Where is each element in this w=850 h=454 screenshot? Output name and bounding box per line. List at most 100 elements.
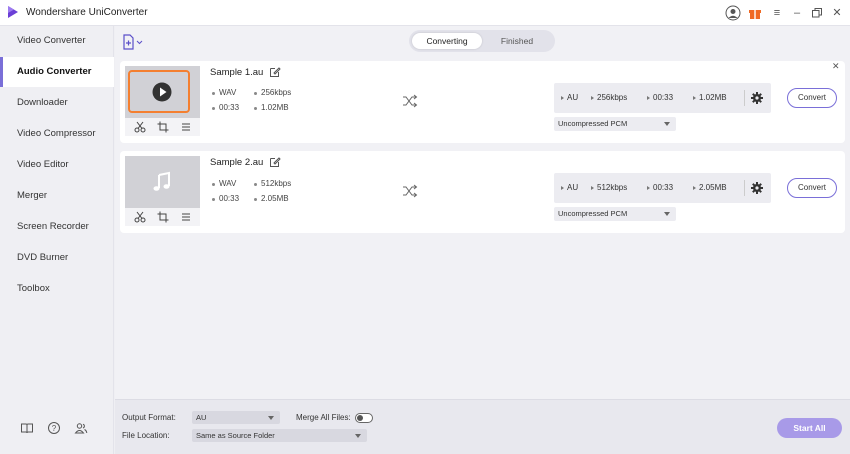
bullet-triangle (693, 186, 696, 190)
sidebar-item-merger[interactable]: Merger (0, 181, 114, 211)
chevron-down-icon (355, 433, 361, 438)
edit-name-icon[interactable] (269, 156, 281, 168)
app-logo-icon (8, 6, 18, 18)
source-format: WAV (219, 179, 237, 188)
sidebar-item-audio-converter[interactable]: Audio Converter (0, 57, 114, 87)
gift-icon[interactable] (746, 4, 764, 22)
source-format: WAV (219, 88, 237, 97)
file-card: Sample 2.au WAV 512kbps 00:33 2.05MB AU … (120, 151, 845, 233)
settings-gear-icon[interactable] (750, 181, 764, 195)
target-duration: 00:33 (653, 93, 674, 102)
chevron-down-icon (268, 415, 274, 420)
sidebar-item-video-converter[interactable]: Video Converter (0, 26, 114, 56)
music-note-icon (153, 171, 170, 191)
trim-icon[interactable] (133, 120, 147, 134)
target-settings[interactable]: AU 256kbps 00:33 1.02MB (554, 83, 771, 113)
codec-select[interactable]: Uncompressed PCM (554, 117, 676, 131)
play-icon[interactable] (152, 82, 172, 102)
restore-icon[interactable] (808, 4, 826, 22)
source-size: 1.02MB (261, 103, 289, 112)
chevron-down-icon (664, 212, 670, 216)
bullet-triangle (647, 96, 650, 100)
target-settings[interactable]: AU 512kbps 00:33 2.05MB (554, 173, 771, 203)
file-thumbnail[interactable] (125, 66, 200, 118)
bullet (212, 92, 215, 95)
source-duration: 00:33 (219, 103, 240, 112)
guide-book-icon[interactable] (20, 421, 34, 435)
codec-value: Uncompressed PCM (558, 209, 628, 218)
file-card: Sample 1.au WAV 256kbps 00:33 1.02MB AU … (120, 61, 845, 143)
svg-text:?: ? (52, 424, 57, 433)
file-location-label: File Location: (122, 431, 170, 440)
status-tabs: Converting Finished (409, 30, 555, 52)
bullet (212, 107, 215, 110)
target-size: 2.05MB (699, 183, 727, 192)
menu-icon[interactable]: ≡ (768, 4, 786, 22)
user-group-icon[interactable] (74, 421, 88, 435)
close-window-icon[interactable]: ✕ (828, 4, 846, 22)
chevron-down-icon (664, 122, 670, 126)
convert-button[interactable]: Convert (787, 88, 837, 108)
bullet (254, 198, 257, 201)
bullet-triangle (561, 96, 564, 100)
file-location-value: Same as Source Folder (196, 431, 275, 440)
source-size: 2.05MB (261, 194, 289, 203)
sidebar-item-toolbox[interactable]: Toolbox (0, 274, 114, 304)
convert-arrow-icon (403, 184, 418, 198)
edit-name-icon[interactable] (269, 66, 281, 78)
bullet-triangle (591, 186, 594, 190)
target-duration: 00:33 (653, 183, 674, 192)
effects-list-icon[interactable] (179, 210, 193, 224)
trim-icon[interactable] (133, 210, 147, 224)
bullet-triangle (591, 96, 594, 100)
crop-icon[interactable] (156, 210, 170, 224)
sidebar-item-video-compressor[interactable]: Video Compressor (0, 119, 114, 149)
thumbnail-toolbar (125, 208, 200, 226)
thumbnail-toolbar (125, 118, 200, 136)
bullet (254, 107, 257, 110)
minimize-icon[interactable]: – (788, 4, 806, 22)
file-name: Sample 2.au (210, 157, 264, 168)
bullet-triangle (647, 186, 650, 190)
file-thumbnail[interactable] (125, 156, 200, 208)
source-bitrate: 256kbps (261, 88, 292, 97)
divider (744, 180, 745, 196)
toggle-knob (357, 415, 363, 421)
codec-select[interactable]: Uncompressed PCM (554, 207, 676, 221)
output-format-label: Output Format: (122, 413, 176, 422)
close-icon[interactable]: ✕ (832, 61, 840, 72)
crop-icon[interactable] (156, 120, 170, 134)
tab-converting[interactable]: Converting (412, 33, 482, 49)
sidebar: Video Converter Audio Converter Download… (0, 26, 114, 454)
convert-arrow-icon (403, 94, 418, 108)
bullet (212, 198, 215, 201)
bottom-bar: Output Format: AU Merge All Files: File … (115, 399, 850, 454)
file-location-select[interactable]: Same as Source Folder (192, 429, 367, 442)
convert-button[interactable]: Convert (787, 178, 837, 198)
output-format-select[interactable]: AU (192, 411, 280, 424)
source-duration: 00:33 (219, 194, 240, 203)
add-file-icon[interactable] (122, 34, 144, 50)
target-size: 1.02MB (699, 93, 727, 102)
target-format: AU (567, 93, 579, 102)
sidebar-item-dvd-burner[interactable]: DVD Burner (0, 243, 114, 273)
file-name: Sample 1.au (210, 67, 264, 78)
start-all-button[interactable]: Start All (777, 418, 842, 438)
bullet-triangle (693, 96, 696, 100)
merge-toggle[interactable] (355, 413, 373, 423)
sidebar-item-downloader[interactable]: Downloader (0, 88, 114, 118)
settings-gear-icon[interactable] (750, 91, 764, 105)
merge-all-files-label: Merge All Files: (296, 413, 351, 422)
tab-finished[interactable]: Finished (482, 33, 552, 49)
target-bitrate: 512kbps (597, 183, 628, 192)
codec-value: Uncompressed PCM (558, 119, 628, 128)
target-bitrate: 256kbps (597, 93, 628, 102)
help-icon[interactable]: ? (47, 421, 61, 435)
bullet (212, 183, 215, 186)
effects-list-icon[interactable] (179, 120, 193, 134)
sidebar-item-screen-recorder[interactable]: Screen Recorder (0, 212, 114, 242)
app-title: Wondershare UniConverter (26, 7, 148, 18)
account-icon[interactable] (724, 4, 742, 22)
sidebar-item-video-editor[interactable]: Video Editor (0, 150, 114, 180)
bullet (254, 183, 257, 186)
